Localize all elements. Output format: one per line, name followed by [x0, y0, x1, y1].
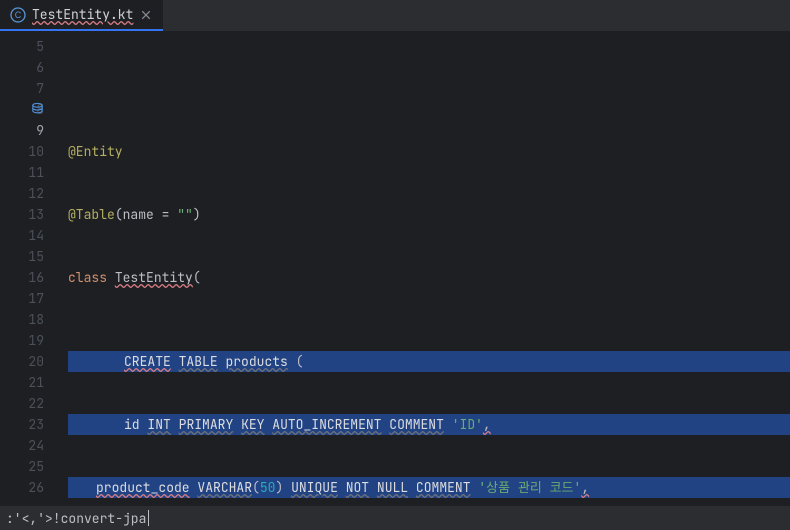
- cursor: [148, 510, 149, 526]
- line-number: 11: [0, 162, 44, 183]
- line-number: 16: [0, 267, 44, 288]
- line-number: 10: [0, 141, 44, 162]
- line-number: 21: [0, 372, 44, 393]
- tab-bar: C TestEntity.kt: [0, 0, 790, 32]
- line-number: 7: [0, 78, 44, 99]
- database-icon[interactable]: [30, 102, 45, 117]
- line-number: 23: [0, 414, 44, 435]
- code-line: [68, 78, 790, 99]
- code-line: @Entity: [68, 141, 790, 162]
- line-number: 19: [0, 330, 44, 351]
- file-tab[interactable]: C TestEntity.kt: [0, 0, 163, 31]
- code-area[interactable]: @Entity @Table(name = "") class TestEnti…: [52, 32, 790, 506]
- line-number: 15: [0, 246, 44, 267]
- line-number: 24: [0, 435, 44, 456]
- line-number: 5: [0, 36, 44, 57]
- code-line: product_code VARCHAR(50) UNIQUE NOT NULL…: [68, 477, 790, 498]
- kotlin-class-icon: C: [10, 7, 26, 23]
- status-bar: :'<,'>!convert-jpa: [0, 506, 790, 530]
- line-number: 25: [0, 456, 44, 477]
- line-number: 6: [0, 57, 44, 78]
- svg-text:C: C: [15, 10, 22, 20]
- line-number: 20: [0, 351, 44, 372]
- tab-label: TestEntity.kt: [32, 6, 133, 23]
- gutter: 5 6 7 8 9 10 11 12 13 14 15 16 17 18 19 …: [0, 32, 52, 506]
- line-number: 12: [0, 183, 44, 204]
- line-number: 14: [0, 225, 44, 246]
- line-number: 17: [0, 288, 44, 309]
- code-line: class TestEntity(: [68, 267, 790, 288]
- editor[interactable]: 5 6 7 8 9 10 11 12 13 14 15 16 17 18 19 …: [0, 32, 790, 506]
- line-number: 9: [0, 120, 44, 141]
- line-number: 22: [0, 393, 44, 414]
- line-number: 18: [0, 309, 44, 330]
- command-line[interactable]: :'<,'>!convert-jpa: [6, 510, 146, 527]
- code-line: @Table(name = ""): [68, 204, 790, 225]
- line-number: 13: [0, 204, 44, 225]
- code-line: CREATE TABLE products (: [68, 351, 790, 372]
- line-number: 26: [0, 477, 44, 498]
- close-icon[interactable]: [139, 8, 153, 22]
- code-line: id INT PRIMARY KEY AUTO_INCREMENT COMMEN…: [68, 414, 790, 435]
